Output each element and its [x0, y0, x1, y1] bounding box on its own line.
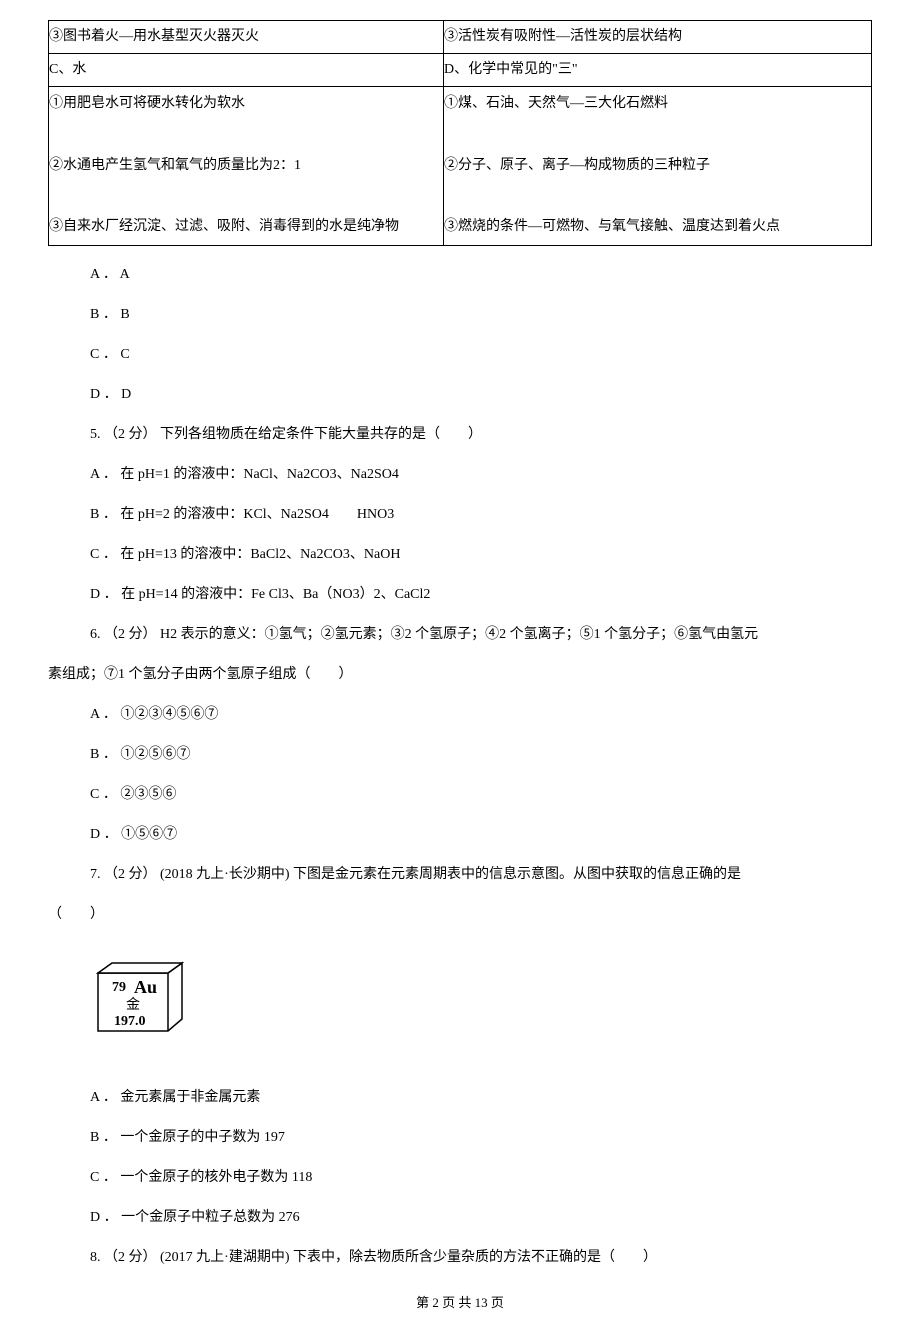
- page-footer: 第 2 页 共 13 页: [48, 1290, 872, 1316]
- q5-option-a: A ． 在 pH=1 的溶液中：NaCl、Na2CO3、Na2SO4: [90, 461, 872, 489]
- q6-stem-line2: 素组成；⑦1 个氢分子由两个氢原子组成（ ）: [48, 661, 872, 689]
- q6-option-a: A ． ①②③④⑤⑥⑦: [90, 701, 872, 729]
- table-cell: C、水: [49, 54, 444, 87]
- page-content: ③图书着火—用水基型灭火器灭火 ③活性炭有吸附性—活性炭的层状结构 C、水 D、…: [48, 20, 872, 1316]
- q7-option-c: C ． 一个金原子的核外电子数为 118: [90, 1164, 872, 1192]
- q5-option-b: B ． 在 pH=2 的溶液中：KCl、Na2SO4 HNO3: [90, 501, 872, 529]
- table-cell: ①用肥皂水可将硬水转化为软水 ②水通电产生氢气和氧气的质量比为2：1 ③自来水厂…: [49, 87, 444, 246]
- table-cell: D、化学中常见的"三": [444, 54, 872, 87]
- q7-option-b: B ． 一个金原子的中子数为 197: [90, 1124, 872, 1152]
- option-b: B ． B: [90, 301, 872, 329]
- table-cell: ③活性炭有吸附性—活性炭的层状结构: [444, 21, 872, 54]
- table-cell: ③图书着火—用水基型灭火器灭火: [49, 21, 444, 54]
- element-mass-text: 197.0: [114, 1014, 146, 1029]
- q5-option-d: D ． 在 pH=14 的溶液中：Fe Cl3、Ba（NO3）2、CaCl2: [90, 581, 872, 609]
- element-symbol-text: Au: [134, 977, 157, 997]
- q6-stem-line1: 6. （2 分） H2 表示的意义：①氢气；②氢元素；③2 个氢原子；④2 个氢…: [90, 621, 872, 649]
- q6-option-b: B ． ①②⑤⑥⑦: [90, 741, 872, 769]
- option-c: C ． C: [90, 341, 872, 369]
- element-number-text: 79: [112, 980, 126, 995]
- q7-option-d: D ． 一个金原子中粒子总数为 276: [90, 1204, 872, 1232]
- table-cell: ①煤、石油、天然气—三大化石燃料 ②分子、原子、离子—构成物质的三种粒子 ③燃烧…: [444, 87, 872, 246]
- top-table: ③图书着火—用水基型灭火器灭火 ③活性炭有吸附性—活性炭的层状结构 C、水 D、…: [48, 20, 872, 246]
- q5-option-c: C ． 在 pH=13 的溶液中：BaCl2、Na2CO3、NaOH: [90, 541, 872, 569]
- periodic-element-box: 79 Au 金 197.0: [90, 961, 190, 1041]
- q7-stem-line1: 7. （2 分） (2018 九上·长沙期中) 下图是金元素在元素周期表中的信息…: [90, 861, 872, 889]
- q8-stem: 8. （2 分） (2017 九上·建湖期中) 下表中，除去物质所含少量杂质的方…: [90, 1244, 872, 1272]
- q6-option-c: C ． ②③⑤⑥: [90, 781, 872, 809]
- q7-option-a: A ． 金元素属于非金属元素: [90, 1084, 872, 1112]
- option-d: D ． D: [90, 381, 872, 409]
- option-a: A ． A: [90, 261, 872, 289]
- q7-stem-line2: （ ）: [48, 901, 872, 929]
- element-name-text: 金: [126, 997, 140, 1013]
- q5-stem: 5. （2 分） 下列各组物质在给定条件下能大量共存的是（ ）: [90, 421, 872, 449]
- q6-option-d: D ． ①⑤⑥⑦: [90, 821, 872, 849]
